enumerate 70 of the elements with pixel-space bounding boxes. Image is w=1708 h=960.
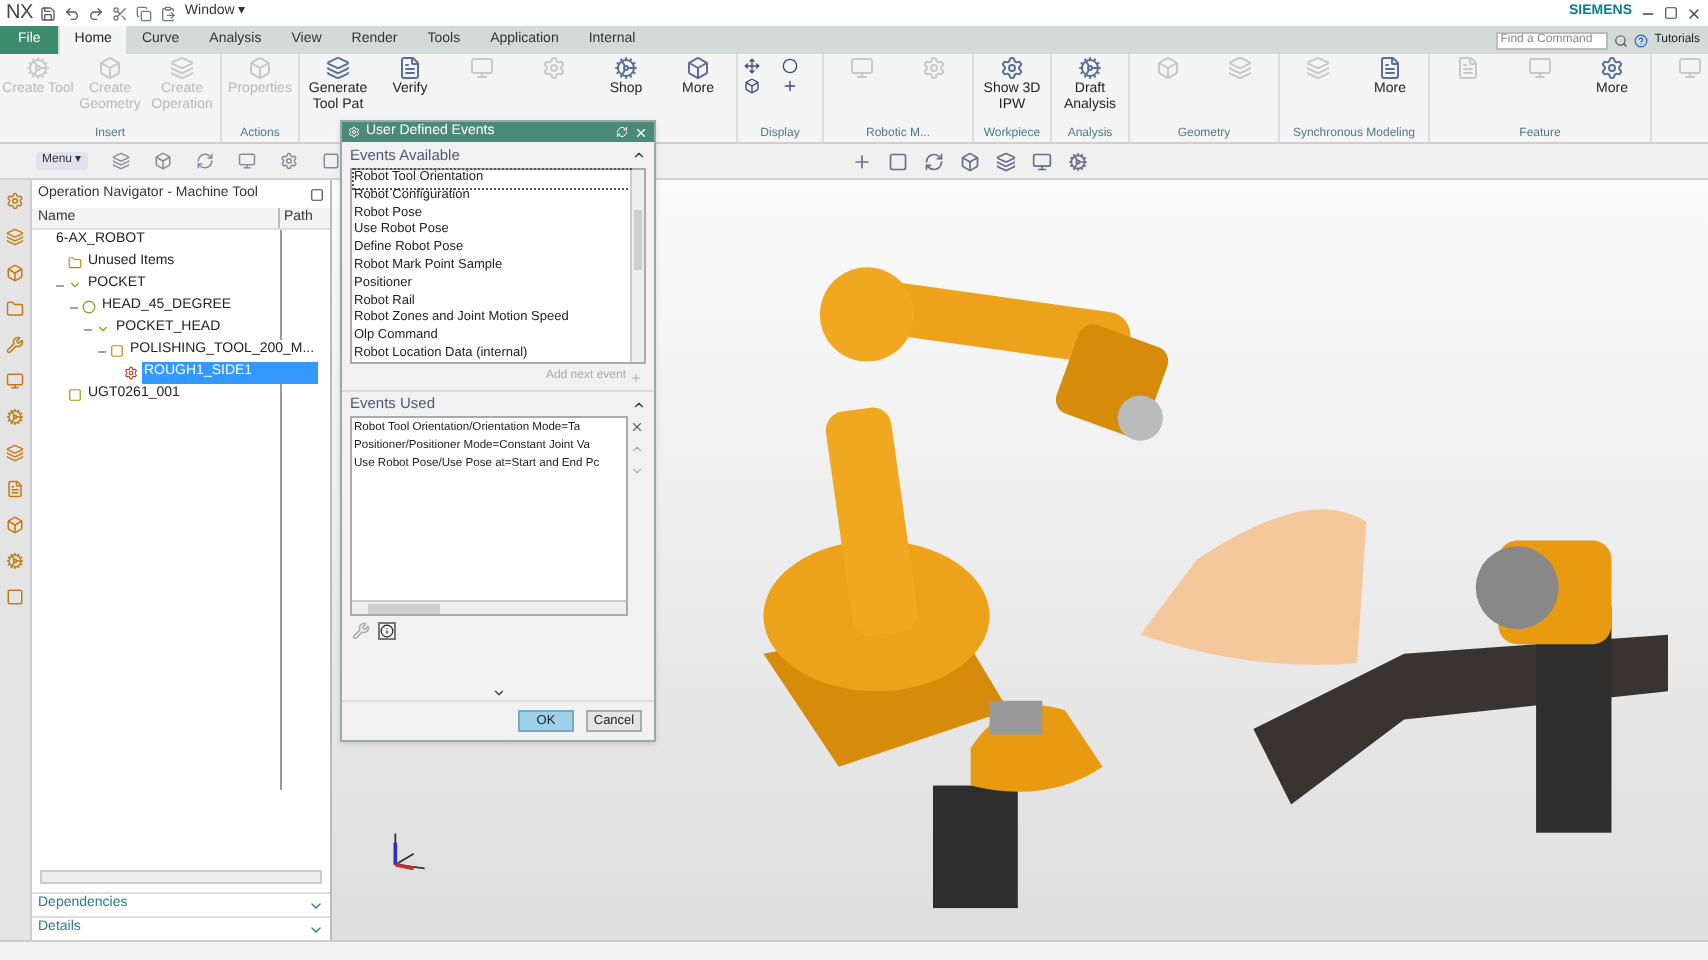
reset-icon[interactable] (616, 126, 628, 138)
resource-bar-icon[interactable] (6, 192, 24, 210)
view-toolbar-icon[interactable] (959, 151, 980, 171)
tool-icon (614, 56, 638, 80)
horizontal-scrollbar[interactable] (40, 870, 322, 884)
resource-bar-icon[interactable] (6, 552, 24, 570)
resource-bar-icon[interactable] (6, 228, 24, 246)
pan-icon[interactable] (744, 58, 760, 74)
view-toolbar-icon[interactable] (851, 151, 872, 171)
resource-bar-icon[interactable] (6, 444, 24, 462)
search-icon[interactable] (1614, 33, 1629, 47)
node-icon (110, 344, 124, 358)
delete-icon[interactable] (630, 420, 644, 434)
resource-bar-icon[interactable] (6, 516, 24, 534)
plus-icon[interactable] (782, 78, 798, 94)
view-toolbar-icon[interactable] (887, 151, 908, 171)
app-logo: NX (6, 0, 33, 28)
view-toolbar-icon[interactable] (995, 151, 1016, 171)
toolbar-icon[interactable] (279, 152, 298, 170)
view-icon[interactable] (744, 78, 760, 94)
wrench-icon[interactable] (352, 622, 370, 640)
view-toolbar-icon[interactable] (1067, 151, 1088, 171)
resource-bar-icon[interactable] (6, 480, 24, 498)
maximize-icon[interactable] (310, 187, 324, 201)
redo-icon[interactable] (88, 5, 105, 21)
info-icon[interactable] (378, 622, 396, 640)
toolbar-icon[interactable] (321, 152, 340, 170)
resource-bar-icon[interactable] (6, 408, 24, 426)
move-up-icon[interactable] (630, 442, 644, 456)
add-icon (630, 371, 642, 383)
tool-icon (326, 56, 350, 80)
resource-bar-icon[interactable] (6, 264, 24, 282)
copy-icon[interactable] (136, 5, 153, 21)
toolbar-icon[interactable] (237, 152, 256, 170)
view-toolbar-icon[interactable] (923, 151, 944, 171)
toolbar-icon[interactable] (195, 152, 214, 170)
vertical-scrollbar[interactable] (630, 170, 644, 362)
resource-bar-icon[interactable] (6, 300, 24, 318)
tool-icon (1000, 56, 1024, 80)
cut-icon[interactable] (112, 5, 129, 21)
horizontal-scrollbar[interactable] (352, 600, 626, 614)
help-icon[interactable] (1634, 33, 1649, 47)
close-icon[interactable] (1686, 5, 1702, 21)
tool-icon (398, 56, 422, 80)
tool-icon (1378, 56, 1402, 80)
node-icon (68, 256, 82, 270)
save-icon[interactable] (40, 5, 57, 21)
circle-icon[interactable] (782, 58, 798, 74)
tool-icon (686, 56, 710, 80)
node-icon (96, 322, 110, 336)
resource-bar-icon[interactable] (6, 336, 24, 354)
section-toggle[interactable] (632, 397, 646, 411)
toolbar-icon[interactable] (111, 152, 130, 170)
node-icon (68, 278, 82, 292)
restore-icon[interactable] (1664, 6, 1678, 20)
node-icon (82, 300, 96, 314)
toolbar-icon[interactable] (153, 152, 172, 170)
resource-bar-icon[interactable] (6, 372, 24, 390)
view-toolbar-icon[interactable] (1031, 151, 1052, 171)
section-toggle[interactable] (632, 148, 646, 162)
node-icon (68, 388, 82, 402)
resource-bar-icon[interactable] (6, 588, 24, 606)
tool-icon (1600, 56, 1624, 80)
paste-icon[interactable] (160, 5, 177, 21)
move-down-icon[interactable] (630, 464, 644, 478)
tool-icon (1078, 56, 1102, 80)
node-icon (124, 366, 138, 380)
undo-icon[interactable] (64, 5, 81, 21)
expand-icon[interactable] (491, 686, 505, 700)
dialog-gear-icon (348, 126, 360, 138)
